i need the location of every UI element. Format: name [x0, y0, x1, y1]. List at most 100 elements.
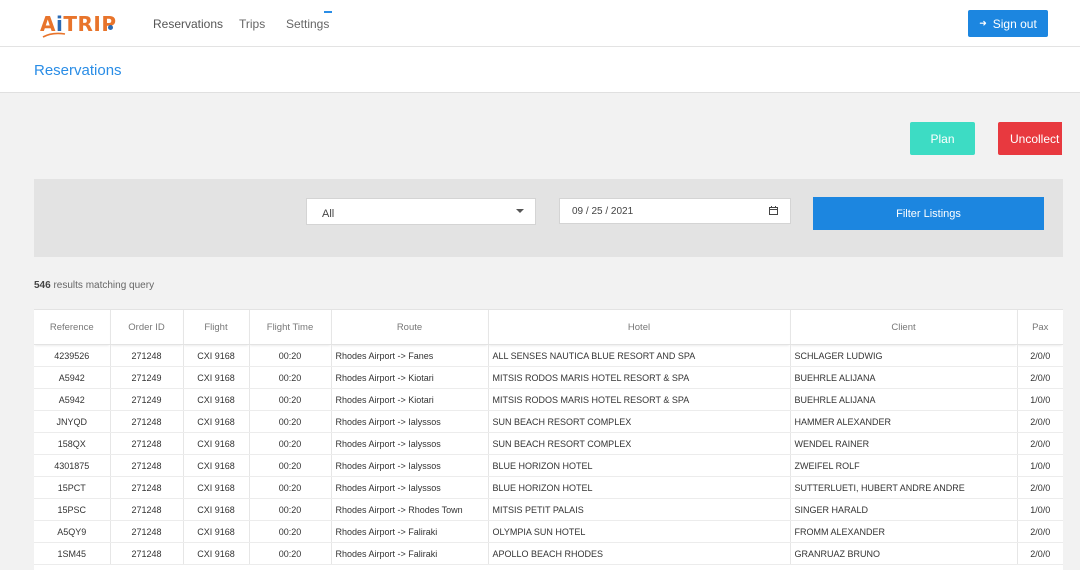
status-select[interactable]: All: [306, 198, 536, 225]
table-body: 4239526 271248 CXI 9168 00:20 Rhodes Airport…: [34, 344, 1063, 565]
column-header-client[interactable]: Client: [790, 310, 1018, 345]
cell-order-id: 271248: [110, 498, 184, 521]
cell-pax: 2/0/0: [1017, 520, 1063, 543]
cell-route: Rhodes Airport -> Kiotari: [331, 388, 489, 411]
cell-order-id: 271249: [110, 366, 184, 389]
cell-reference: 4301875: [34, 454, 111, 477]
calendar-icon[interactable]: [769, 206, 778, 215]
table-row[interactable]: 158QX 271248 CXI 9168 00:20 Rhodes Airport -…: [34, 432, 1063, 455]
cell-hotel: MITSIS RODOS MARIS HOTEL RESORT & SPA: [488, 366, 791, 389]
cell-pax: 2/0/0: [1017, 366, 1063, 389]
cell-hotel: BLUE HORIZON HOTEL: [488, 454, 791, 477]
cell-flight: CXI 9168: [183, 388, 250, 411]
sign-out-label: Sign out: [992, 16, 1037, 31]
cell-hotel: OLYMPIA SUN HOTEL: [488, 520, 791, 543]
chevron-down-icon: [516, 209, 524, 213]
cell-reference: A5942: [34, 388, 111, 411]
table-row[interactable]: 4239526 271248 CXI 9168 00:20 Rhodes Airport…: [34, 344, 1063, 367]
column-header-flight-time[interactable]: Flight Time: [249, 310, 332, 345]
cell-flight: CXI 9168: [183, 344, 250, 367]
top-navbar: AiTRIP Reservations Trips Settings ➜ Sig…: [0, 0, 1080, 47]
cell-client: SINGER HARALD: [790, 498, 1018, 521]
cell-flight: CXI 9168: [183, 410, 250, 433]
cell-client: WENDEL RAINER: [790, 432, 1018, 455]
cell-flight: CXI 9168: [183, 432, 250, 455]
column-header-reference[interactable]: Reference: [34, 310, 111, 345]
cell-reference: 158QX: [34, 432, 111, 455]
nav-trips[interactable]: Trips: [239, 17, 265, 31]
cell-hotel: SUN BEACH RESORT COMPLEX: [488, 410, 791, 433]
cell-client: FROMM ALEXANDER: [790, 520, 1018, 543]
cell-pax: 1/0/0: [1017, 498, 1063, 521]
aitrip-logo[interactable]: AiTRIP: [40, 10, 120, 38]
cell-route: Rhodes Airport -> Faliraki: [331, 520, 489, 543]
cell-pax: 1/0/0: [1017, 454, 1063, 477]
cell-hotel: MITSIS RODOS MARIS HOTEL RESORT & SPA: [488, 388, 791, 411]
cell-reference: A5QY9: [34, 520, 111, 543]
cell-flight: CXI 9168: [183, 476, 250, 499]
cell-route: Rhodes Airport -> Ialyssos: [331, 432, 489, 455]
results-count: 546 results matching query: [34, 280, 154, 291]
cell-flight-time: 00:20: [249, 454, 332, 477]
plan-button[interactable]: Plan: [910, 122, 975, 155]
cell-reference: 15PSC: [34, 498, 111, 521]
nav-reservations[interactable]: Reservations: [153, 17, 223, 31]
column-header-flight[interactable]: Flight: [183, 310, 250, 345]
cell-route: Rhodes Airport -> Rhodes Town: [331, 498, 489, 521]
cell-order-id: 271248: [110, 454, 184, 477]
uncollect-button[interactable]: Uncollect A: [998, 122, 1062, 155]
cell-pax: 2/0/0: [1017, 410, 1063, 433]
cell-hotel: BLUE HORIZON HOTEL: [488, 476, 791, 499]
nav-active-indicator: [324, 11, 332, 13]
date-input[interactable]: 09 / 25 / 2021: [559, 198, 791, 224]
cell-order-id: 271248: [110, 344, 184, 367]
table-row[interactable]: 15PSC 271248 CXI 9168 00:20 Rhodes Airport -…: [34, 498, 1063, 521]
cell-reference: A5942: [34, 366, 111, 389]
cell-pax: 2/0/0: [1017, 476, 1063, 499]
cell-route: Rhodes Airport -> Ialyssos: [331, 454, 489, 477]
cell-reference: 15PCT: [34, 476, 111, 499]
cell-hotel: SUN BEACH RESORT COMPLEX: [488, 432, 791, 455]
table-row[interactable]: A5QY9 271248 CXI 9168 00:20 Rhodes Airport -…: [34, 520, 1063, 543]
column-header-order-id[interactable]: Order ID: [110, 310, 184, 345]
cell-flight-time: 00:20: [249, 498, 332, 521]
column-header-pax[interactable]: Pax: [1017, 310, 1063, 345]
table-header-row: Reference Order ID Flight Flight Time Ro…: [34, 310, 1063, 345]
cell-route: Rhodes Airport -> Ialyssos: [331, 410, 489, 433]
table-row[interactable]: A5942 271249 CXI 9168 00:20 Rhodes Airport -…: [34, 388, 1063, 411]
cell-client: SCHLAGER LUDWIG: [790, 344, 1018, 367]
cell-flight-time: 00:20: [249, 366, 332, 389]
cell-reference: JNYQD: [34, 410, 111, 433]
table-row[interactable]: JNYQD 271248 CXI 9168 00:20 Rhodes Airport -…: [34, 410, 1063, 433]
page-header: Reservations: [0, 47, 1080, 93]
cell-client: SUTTERLUETI, HUBERT ANDRE ANDRE: [790, 476, 1018, 499]
cell-order-id: 271249: [110, 388, 184, 411]
cell-flight-time: 00:20: [249, 476, 332, 499]
date-input-value: 09 / 25 / 2021: [572, 206, 634, 217]
results-suffix: results matching query: [53, 280, 155, 291]
cell-flight-time: 00:20: [249, 432, 332, 455]
cell-flight-time: 00:20: [249, 388, 332, 411]
cell-reference: 4239526: [34, 344, 111, 367]
cell-hotel: MITSIS PETIT PALAIS: [488, 498, 791, 521]
reservations-table: Reference Order ID Flight Flight Time Ro…: [34, 309, 1063, 570]
results-number: 546: [34, 280, 51, 291]
cell-route: Rhodes Airport -> Kiotari: [331, 366, 489, 389]
column-header-route[interactable]: Route: [331, 310, 489, 345]
cell-order-id: 271248: [110, 520, 184, 543]
table-row[interactable]: 4301875 271248 CXI 9168 00:20 Rhodes Airport…: [34, 454, 1063, 477]
sign-out-icon: ➜: [979, 18, 987, 28]
table-row[interactable]: 15PCT 271248 CXI 9168 00:20 Rhodes Airport -…: [34, 476, 1063, 499]
cell-pax: 2/0/0: [1017, 344, 1063, 367]
logo-dot-icon: [108, 25, 113, 30]
logo-text: AiTRIP: [40, 12, 117, 36]
table-row[interactable]: A5942 271249 CXI 9168 00:20 Rhodes Airport -…: [34, 366, 1063, 389]
page-title: Reservations: [34, 62, 122, 79]
cell-client: BUEHRLE ALIJANA: [790, 388, 1018, 411]
filter-listings-button[interactable]: Filter Listings: [813, 197, 1044, 230]
nav-settings[interactable]: Settings: [286, 17, 329, 31]
sign-out-button[interactable]: ➜ Sign out: [968, 10, 1048, 37]
cell-flight-time: 00:20: [249, 344, 332, 367]
cell-client: BUEHRLE ALIJANA: [790, 366, 1018, 389]
column-header-hotel[interactable]: Hotel: [488, 310, 791, 345]
